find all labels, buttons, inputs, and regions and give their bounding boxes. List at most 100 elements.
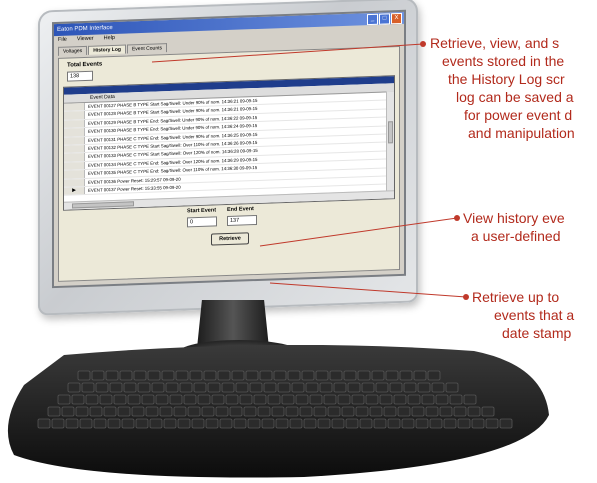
keyboard-key: [351, 394, 365, 405]
keyboard-key: [499, 418, 513, 429]
menu-viewer[interactable]: Viewer: [77, 35, 94, 45]
keyboard-key: [331, 418, 345, 429]
retrieve-button[interactable]: Retrieve: [211, 232, 249, 246]
keyboard-key: [217, 370, 231, 381]
application-window: Eaton PDM Interface _ □ X File Viewer He…: [52, 9, 406, 289]
row-header-cell[interactable]: [64, 111, 85, 120]
total-events-field[interactable]: 138: [67, 70, 93, 82]
callout-middle-line-1: View history eve: [463, 210, 565, 226]
keyboard-key: [449, 394, 463, 405]
keyboard-key: [71, 394, 85, 405]
keyboard-key: [117, 406, 131, 417]
maximize-button[interactable]: □: [379, 13, 390, 25]
keyboard-key: [183, 394, 197, 405]
keyboard-key: [417, 382, 431, 393]
keyboard-key: [313, 406, 327, 417]
keyboard-key: [175, 370, 189, 381]
start-event-field[interactable]: 0: [187, 216, 217, 228]
keyboard-key: [37, 418, 51, 429]
keyboard-key: [357, 370, 371, 381]
keyboard-key: [89, 406, 103, 417]
keyboard-key: [401, 418, 415, 429]
keyboard-key: [169, 394, 183, 405]
tab-voltages[interactable]: Voltages: [58, 45, 88, 56]
horizontal-scroll-thumb[interactable]: [72, 201, 134, 209]
keyboard-key: [67, 382, 81, 393]
keyboard-key: [305, 382, 319, 393]
row-header-cell[interactable]: ▶: [64, 186, 85, 196]
end-event-field[interactable]: 137: [227, 214, 257, 227]
keyboard-key: [273, 370, 287, 381]
callout-dot-top: [420, 41, 426, 47]
keyboard-key: [249, 382, 263, 393]
row-header-cell[interactable]: [64, 144, 85, 154]
callout-top-line-6: and manipulation: [468, 125, 575, 141]
keyboard-key: [219, 418, 233, 429]
keyboard-key: [315, 370, 329, 381]
keyboard-key: [379, 394, 393, 405]
row-header-cell[interactable]: [64, 128, 85, 137]
keyboard-key: [133, 370, 147, 381]
row-header-cell[interactable]: [64, 153, 85, 162]
keyboard-key: [177, 418, 191, 429]
keyboard-key: [245, 370, 259, 381]
keyboard-key: [399, 370, 413, 381]
keyboard-key: [123, 382, 137, 393]
keyboard-key: [229, 406, 243, 417]
keyboard-key: [105, 370, 119, 381]
callout-bottom-line-2: events that a: [494, 307, 575, 323]
tab-history-log[interactable]: History Log: [88, 44, 126, 55]
keyboard-key: [385, 370, 399, 381]
row-header-cell[interactable]: [64, 136, 85, 145]
keyboard-key: [239, 394, 253, 405]
keyboard-key: [99, 394, 113, 405]
keyboard-key: [403, 382, 417, 393]
row-header-cell[interactable]: [64, 178, 85, 187]
keyboard-key: [179, 382, 193, 393]
keyboard-key: [93, 418, 107, 429]
keyboard-key: [457, 418, 471, 429]
keyboard-key: [231, 370, 245, 381]
row-header-cell[interactable]: [64, 170, 85, 179]
row-header-cell[interactable]: [64, 119, 85, 128]
keyboard-key: [135, 418, 149, 429]
keyboard-key: [247, 418, 261, 429]
keyboard-key: [383, 406, 397, 417]
vertical-scrollbar[interactable]: [386, 91, 394, 191]
callout-top-line-3: the History Log scr: [448, 71, 565, 87]
monitor: Eaton PDM Interface _ □ X File Viewer He…: [38, 0, 418, 316]
menu-help[interactable]: Help: [104, 34, 115, 43]
total-events-label: Total Events: [67, 61, 103, 69]
minimize-button[interactable]: _: [367, 13, 378, 26]
tab-event-counts[interactable]: Event Counts: [126, 43, 167, 54]
keyboard-key: [371, 370, 385, 381]
keyboard-key: [453, 406, 467, 417]
keyboard-key: [301, 370, 315, 381]
keyboard-key: [345, 418, 359, 429]
event-data-grid[interactable]: Event Data EVENT 00127 PHASE B TYPE Star…: [63, 75, 395, 211]
row-header-cell[interactable]: [64, 102, 85, 112]
callout-bottom-line-1: Retrieve up to: [472, 289, 560, 305]
keyboard-key: [309, 394, 323, 405]
close-button[interactable]: X: [391, 12, 402, 25]
keyboard-key: [197, 394, 211, 405]
keyboard-key: [329, 370, 343, 381]
keyboard-key: [233, 418, 247, 429]
keyboard-key: [127, 394, 141, 405]
keyboard-key: [413, 370, 427, 381]
keyboard-key: [471, 418, 485, 429]
keyboard-key: [303, 418, 317, 429]
row-header-cell[interactable]: [64, 161, 85, 170]
keyboard-key: [427, 370, 441, 381]
callout-top-line-4: log can be saved a: [456, 89, 574, 105]
keyboard-key: [467, 406, 481, 417]
keyboard-key: [119, 370, 133, 381]
keyboard-key: [323, 394, 337, 405]
keyboard-key: [47, 406, 61, 417]
keyboard-key: [173, 406, 187, 417]
keyboard-key: [243, 406, 257, 417]
menu-file[interactable]: File: [58, 36, 67, 45]
keyboard: [8, 345, 549, 478]
vertical-scroll-thumb[interactable]: [388, 121, 393, 144]
keyboard-key: [285, 406, 299, 417]
